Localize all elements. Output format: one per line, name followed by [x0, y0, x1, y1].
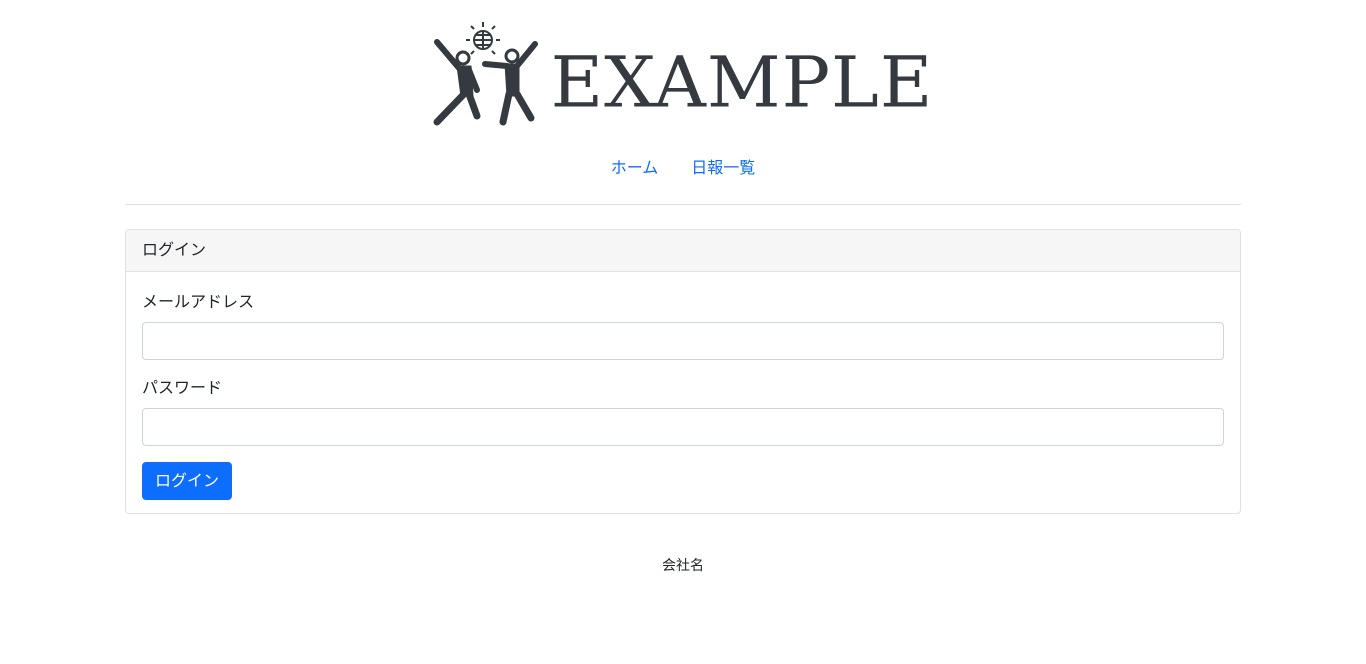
site-logo[interactable]: EXAMPLE: [433, 18, 934, 126]
password-field[interactable]: [142, 408, 1224, 446]
login-form: メールアドレス パスワード ログイン: [126, 272, 1240, 513]
login-card-header: ログイン: [126, 230, 1240, 272]
disco-ball-icon: [465, 22, 500, 55]
header-divider: [125, 204, 1241, 205]
login-button[interactable]: ログイン: [142, 462, 233, 500]
logo-text: EXAMPLE: [550, 40, 934, 124]
login-card: ログイン メールアドレス パスワード ログイン: [125, 229, 1241, 514]
email-label: メールアドレス: [142, 292, 255, 311]
main-nav: ホーム 日報一覧: [0, 156, 1366, 180]
password-label: パスワード: [142, 378, 223, 397]
nav-link-home[interactable]: ホーム: [611, 156, 659, 180]
header: EXAMPLE: [0, 18, 1366, 126]
company-name: 会社名: [662, 558, 704, 574]
dancing-people-icon: [433, 22, 538, 126]
email-group: メールアドレス: [142, 290, 1224, 360]
footer: 会社名: [0, 556, 1366, 577]
email-field[interactable]: [142, 322, 1224, 360]
password-group: パスワード: [142, 376, 1224, 446]
nav-link-daily-reports[interactable]: 日報一覧: [691, 156, 755, 180]
